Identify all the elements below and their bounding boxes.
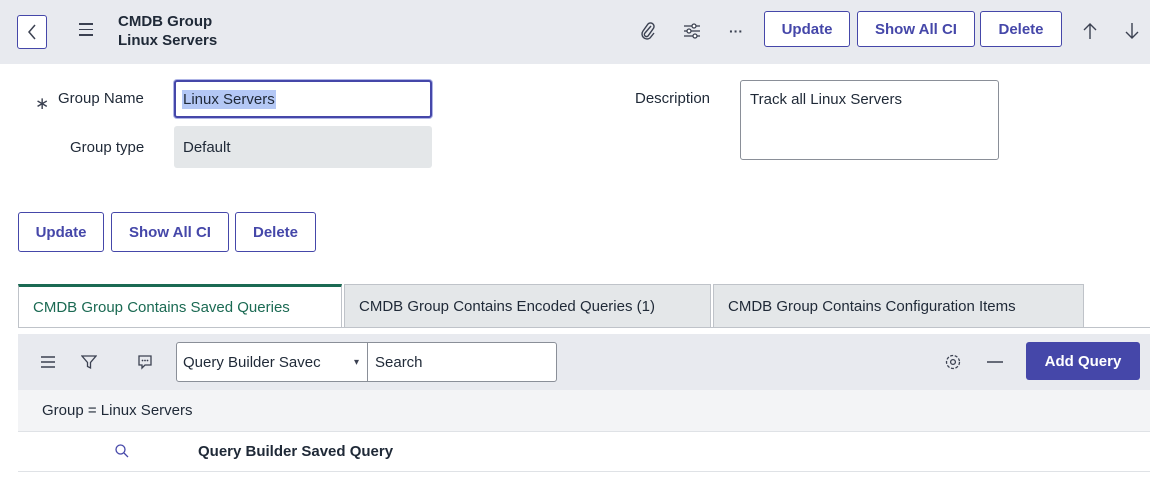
list-menu-icon[interactable]: [38, 352, 58, 372]
show-all-ci-button[interactable]: Show All CI: [857, 11, 975, 47]
tab-divider: [18, 327, 1150, 328]
description-label: Description: [635, 90, 711, 107]
tab-saved-queries[interactable]: CMDB Group Contains Saved Queries: [18, 284, 342, 328]
tab-encoded-queries[interactable]: CMDB Group Contains Encoded Queries (1): [344, 284, 711, 328]
more-options-icon[interactable]: ···: [725, 20, 747, 42]
group-type-field: Default: [174, 126, 432, 168]
update-button-bottom[interactable]: Update: [18, 212, 104, 252]
group-name-label: Group Name: [58, 90, 144, 107]
form-header: CMDB Group Linux Servers ··· Update Show…: [0, 0, 1150, 64]
tab-configuration-items[interactable]: CMDB Group Contains Configuration Items: [713, 284, 1084, 328]
page-title: CMDB Group Linux Servers: [118, 12, 217, 50]
group-name-input[interactable]: Linux Servers: [174, 80, 432, 118]
table-header-row: Query Builder Saved Query: [18, 432, 1150, 472]
search-field-select-value: Query Builder Savec: [183, 353, 321, 371]
menu-icon[interactable]: [79, 23, 93, 37]
list-toolbar: Query Builder Savec ▾ Search Add Query: [18, 334, 1150, 390]
related-list-tabs: CMDB Group Contains Saved Queries CMDB G…: [18, 284, 1086, 328]
required-icon: ∗: [35, 94, 50, 113]
filter-icon[interactable]: [79, 352, 99, 372]
delete-button[interactable]: Delete: [980, 11, 1062, 47]
comment-icon[interactable]: [135, 352, 155, 372]
record-name-title: Linux Servers: [118, 32, 218, 49]
arrow-up-icon[interactable]: [1079, 20, 1101, 42]
paperclip-icon[interactable]: [637, 20, 659, 42]
update-button[interactable]: Update: [764, 11, 850, 47]
search-icon[interactable]: [114, 443, 132, 461]
add-query-button[interactable]: Add Query: [1026, 342, 1140, 380]
group-name-value: Linux Servers: [182, 89, 276, 109]
record-type-title: CMDB Group: [118, 13, 213, 30]
back-button[interactable]: [17, 15, 47, 49]
gear-icon[interactable]: [943, 352, 963, 372]
chevron-left-icon: [28, 24, 36, 40]
description-textarea[interactable]: Track all Linux Servers: [740, 80, 999, 160]
collapse-icon[interactable]: [985, 352, 1005, 372]
settings-sliders-icon[interactable]: [681, 20, 703, 42]
caret-down-icon: ▾: [353, 356, 359, 368]
search-field-select[interactable]: Query Builder Savec ▾: [176, 342, 368, 382]
breadcrumb: Group = Linux Servers: [18, 390, 1150, 432]
delete-button-bottom[interactable]: Delete: [235, 212, 316, 252]
group-type-label: Group type: [70, 139, 145, 156]
arrow-down-icon[interactable]: [1121, 20, 1143, 42]
breadcrumb-filter[interactable]: Group = Linux Servers: [42, 402, 193, 419]
column-header-saved-query[interactable]: Query Builder Saved Query: [198, 443, 393, 460]
show-all-ci-button-bottom[interactable]: Show All CI: [111, 212, 229, 252]
search-input[interactable]: Search: [367, 342, 557, 382]
